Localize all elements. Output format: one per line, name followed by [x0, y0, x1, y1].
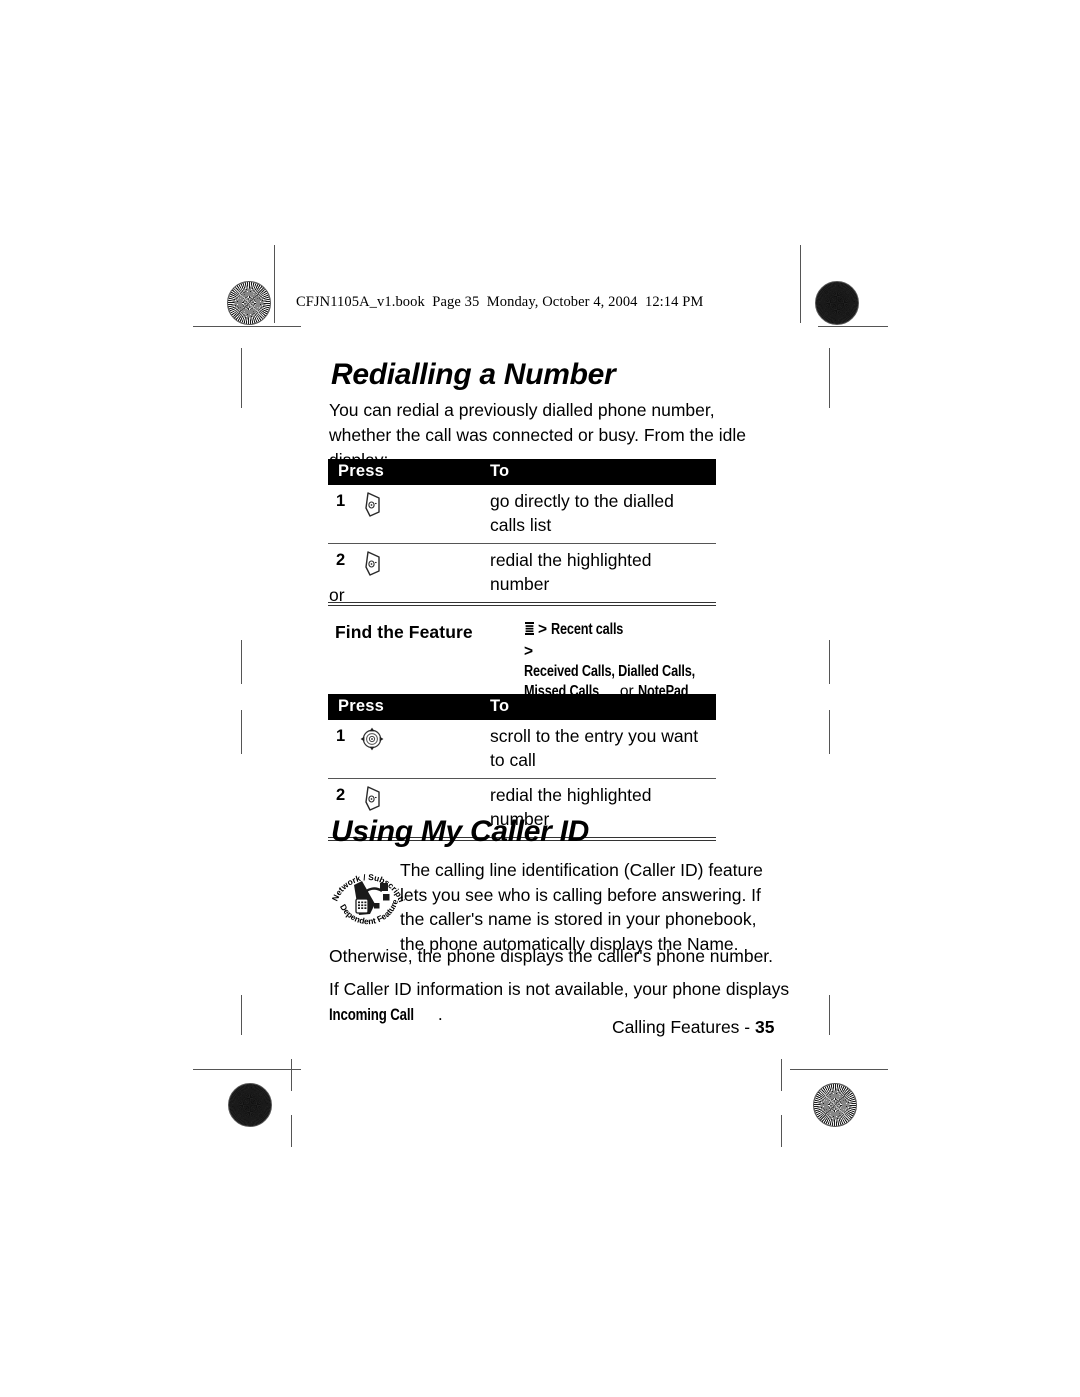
page-title-redialling: Redialling a Number — [331, 358, 616, 391]
registration-crosshair-mark — [228, 684, 254, 710]
menu-item-call-lists: Received Calls, Dialled Calls, — [524, 663, 695, 680]
step-number: 1 — [336, 492, 346, 510]
send-key-icon — [359, 783, 395, 813]
table-row: 2 redial the highlighted number — [328, 544, 716, 602]
column-header-to: To — [490, 697, 510, 715]
trim-line — [193, 1069, 301, 1071]
paragraph-text: If Caller ID information is not availabl… — [329, 979, 790, 999]
table-cell-to: scroll to the entry you want to call — [490, 726, 699, 770]
table-header-row: Press To — [328, 694, 716, 720]
menu-item-recent-calls: Recent calls — [551, 621, 624, 638]
display-text-incoming-call: Incoming Call — [329, 1005, 414, 1024]
footer-page-number: 35 — [754, 1017, 775, 1037]
menu-path-line-1: > Recent calls — [524, 620, 744, 642]
book-file-header: CFJN1105A_v1.book Page 35 Monday, Octobe… — [296, 294, 704, 310]
trim-line — [274, 245, 276, 323]
starburst-density-mark — [228, 1083, 272, 1127]
table-cell-to: redial the highlighted number — [490, 550, 652, 594]
find-the-feature-label: Find the Feature — [335, 622, 473, 642]
path-separator: > — [538, 621, 548, 638]
registration-crosshair-mark — [770, 288, 796, 314]
trim-line — [829, 710, 831, 754]
footer-chapter-label: Calling Features - — [612, 1017, 755, 1037]
paragraph-caller-id-otherwise: Otherwise, the phone displays the caller… — [329, 946, 774, 966]
trim-line — [241, 348, 243, 408]
starburst-density-mark — [813, 1083, 857, 1127]
find-the-feature-path: > Recent calls > Received Calls, Dialled… — [524, 620, 744, 702]
trim-line — [781, 1059, 783, 1091]
trim-line — [781, 1115, 783, 1147]
trim-line — [291, 1115, 293, 1147]
path-separator: > — [524, 643, 534, 660]
page-title-using-my-caller-id: Using My Caller ID — [331, 815, 589, 848]
registration-crosshair-mark — [816, 1033, 842, 1059]
trim-line — [790, 1069, 888, 1071]
trim-line — [241, 995, 243, 1035]
trim-line — [241, 710, 243, 754]
send-key-icon — [359, 548, 395, 578]
menu-icon — [524, 621, 535, 642]
menu-path-line-2: > Received Calls, Dialled Calls, — [524, 642, 744, 682]
navigation-key-icon — [359, 724, 395, 754]
connector-or: or — [329, 585, 345, 605]
trim-line — [241, 640, 243, 684]
table-bottom-rule — [328, 602, 716, 606]
network-subscription-dependent-feature-badge: Network / Subscription Dependent Feature — [323, 849, 410, 941]
trim-line — [829, 995, 831, 1035]
registration-crosshair-mark — [259, 288, 285, 314]
registration-crosshair-mark — [527, 1090, 553, 1116]
table-row: 1 scroll to the entry you want to call — [328, 720, 716, 779]
trim-line — [829, 348, 831, 408]
trim-line — [291, 1059, 293, 1091]
registration-crosshair-mark — [228, 1033, 254, 1059]
registration-crosshair-mark — [816, 684, 842, 710]
column-header-to: To — [490, 462, 510, 480]
trim-line — [818, 326, 888, 328]
page-footer: Calling Features - 35 — [612, 1017, 774, 1038]
step-number: 2 — [336, 551, 346, 569]
paragraph-period: . — [437, 1004, 443, 1024]
trim-line — [193, 326, 301, 328]
send-key-icon — [359, 489, 395, 519]
table-header-row: Press To — [328, 459, 716, 485]
step-number: 1 — [336, 727, 346, 745]
press-to-table-redial: Press To 1 go directly to the dialled ca… — [328, 459, 716, 606]
trim-line — [829, 640, 831, 684]
trim-line — [800, 245, 802, 323]
table-cell-to: go directly to the dialled calls list — [490, 491, 674, 535]
starburst-density-mark — [815, 281, 859, 325]
table-row: 1 go directly to the dialled calls list — [328, 485, 716, 544]
column-header-press: Press — [338, 462, 384, 480]
paragraph-caller-id-intro: The calling line identification (Caller … — [400, 860, 763, 954]
column-header-press: Press — [338, 697, 384, 715]
step-number: 2 — [336, 786, 346, 804]
registration-crosshair-mark — [278, 1090, 304, 1116]
registration-crosshair-mark — [768, 1090, 794, 1116]
